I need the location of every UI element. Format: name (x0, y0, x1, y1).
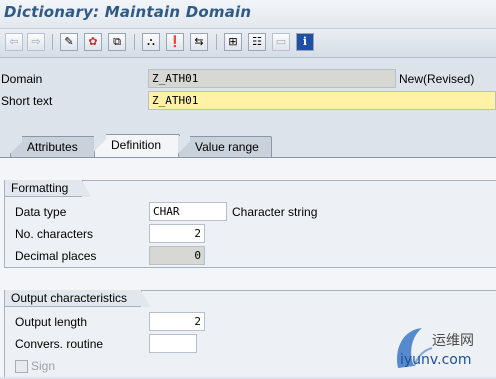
no-characters-field[interactable]: 2 (149, 224, 205, 243)
sign-checkbox[interactable] (15, 360, 28, 373)
hierarchy-icon[interactable]: ⊞ (224, 33, 242, 51)
short-text-label: Short text (1, 94, 53, 108)
short-text-row: Short text Z_ATH01 (0, 90, 496, 112)
domain-field: Z_ATH01 (148, 69, 396, 88)
formatting-group: Formatting Data type CHAR Character stri… (4, 180, 496, 268)
data-type-label: Data type (15, 205, 67, 219)
output-length-label: Output length (15, 315, 88, 329)
formatting-title: Formatting (5, 180, 92, 197)
domain-label: Domain (1, 72, 43, 86)
application-toolbar: ⇦ ⇨ ✎ ✿ ⧉ ⛬ ❗ ⇆ ⊞ ☷ ▭ i (0, 28, 496, 58)
tab-strip: Attributes Definition Value range (0, 132, 496, 159)
tab-value-range[interactable]: Value range (178, 136, 272, 159)
layout-icon[interactable]: ▭ (272, 33, 290, 51)
info-icon[interactable]: i (296, 33, 314, 51)
object-list-icon[interactable]: ❗ (166, 33, 184, 51)
print-icon[interactable]: ☷ (248, 33, 266, 51)
navigate-icon[interactable]: ⇆ (190, 33, 208, 51)
toolbar-separator (52, 34, 53, 50)
tab-definition[interactable]: Definition (94, 134, 180, 159)
data-type-description: Character string (232, 205, 318, 219)
check-icon[interactable]: ✿ (84, 33, 102, 51)
where-used-icon[interactable]: ⛬ (142, 33, 160, 51)
toolbar-separator (216, 34, 217, 50)
watermark-text-cn: 运维网 (432, 333, 474, 349)
conversion-routine-label: Convers. routine (15, 337, 104, 351)
window-title: Dictionary: Maintain Domain (4, 3, 252, 21)
toolbar-separator (134, 34, 135, 50)
activate-icon[interactable]: ⧉ (108, 33, 126, 51)
output-title: Output characteristics (5, 290, 151, 307)
output-length-field[interactable]: 2 (149, 312, 205, 331)
no-characters-label: No. characters (15, 227, 94, 241)
short-text-field[interactable]: Z_ATH01 (148, 91, 496, 110)
display-change-icon[interactable]: ✎ (60, 33, 78, 51)
forward-icon[interactable]: ⇨ (27, 33, 45, 51)
back-icon[interactable]: ⇦ (5, 33, 23, 51)
sign-label: Sign (31, 359, 56, 373)
domain-status: New(Revised) (399, 72, 475, 86)
watermark-text-url: iyunv.com (400, 352, 472, 368)
domain-row: Domain Z_ATH01 New(Revised) (0, 68, 496, 90)
tab-attributes[interactable]: Attributes (10, 136, 98, 159)
decimal-places-label: Decimal places (15, 249, 97, 263)
data-type-field[interactable]: CHAR (149, 202, 227, 221)
watermark-logo: 运维网 iyunv.com (392, 322, 496, 376)
title-bar: Dictionary: Maintain Domain (0, 0, 496, 28)
conversion-routine-field[interactable] (149, 334, 197, 353)
decimal-places-field: 0 (149, 246, 205, 265)
